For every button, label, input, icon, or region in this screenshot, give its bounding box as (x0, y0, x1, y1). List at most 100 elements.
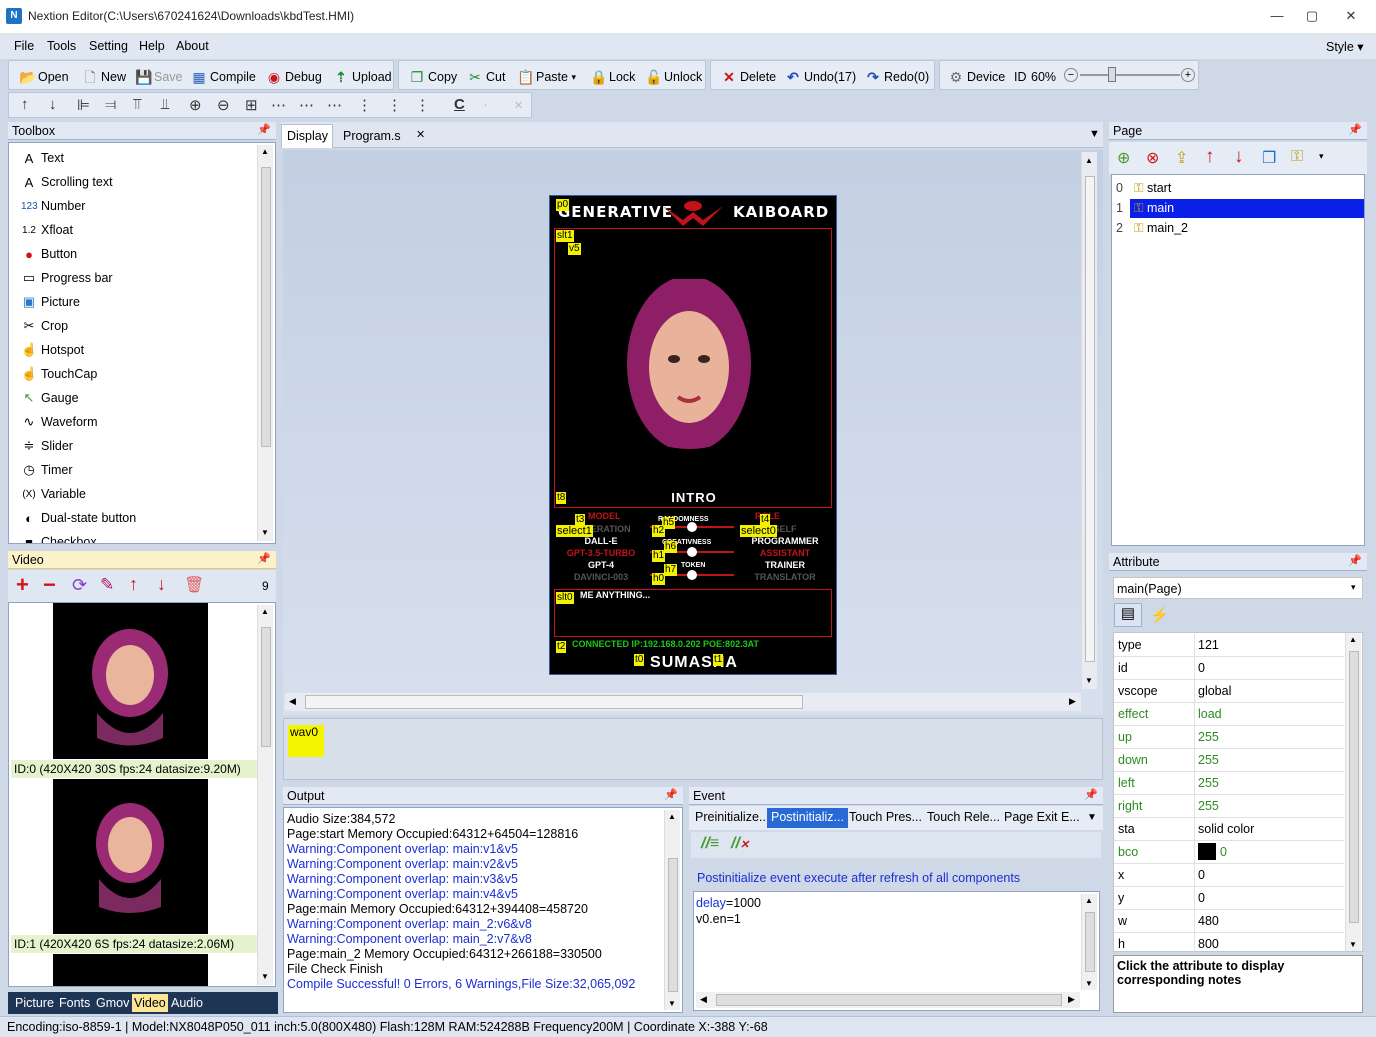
randomness-slider-thumb[interactable] (687, 522, 697, 532)
model-option[interactable]: GPT-4 (556, 559, 646, 571)
tab-touch-press[interactable]: Touch Pres... (845, 808, 926, 828)
page-item[interactable]: 0 ⚿ start (1114, 179, 1362, 198)
save-button[interactable]: 💾 Save (135, 68, 183, 86)
component-tag[interactable]: p0 (556, 199, 570, 211)
attribute-row[interactable]: id 0 (1114, 657, 1344, 680)
new-button[interactable]: 🗋 New (82, 68, 126, 86)
toolbox-item[interactable]: ∿ Waveform (21, 410, 98, 434)
delete-button[interactable]: ✕ Delete (721, 68, 776, 86)
remove-video-icon[interactable]: − (43, 573, 56, 597)
role-option[interactable]: TRAINER (738, 559, 832, 571)
categorized-icon[interactable]: ▤ (1114, 603, 1142, 627)
space-vertical-equal-icon[interactable]: ⋮ (387, 96, 402, 114)
page-menu-icon[interactable]: ▾ (1319, 151, 1324, 162)
zoom-slider[interactable] (1080, 74, 1180, 76)
tab-audio[interactable]: Audio (171, 996, 203, 1010)
style-menu[interactable]: Style ▾ (1326, 39, 1364, 54)
attribute-scrollbar[interactable]: ▲ ▼ (1345, 633, 1361, 951)
scroll-down-icon[interactable]: ▼ (668, 999, 676, 1008)
edit-video-icon[interactable]: ✎ (100, 575, 114, 595)
toolbox-item[interactable]: ◐ Dual-state button (21, 506, 136, 530)
tab-program[interactable]: Program.s (343, 129, 401, 143)
tab-list-icon[interactable]: ▼ (1087, 812, 1097, 823)
space-horizontal-equal-icon[interactable]: ⋯ (299, 96, 314, 114)
center-horizontal-icon[interactable]: ⊕ (189, 96, 202, 114)
menu-tools[interactable]: Tools (47, 39, 76, 53)
scroll-up-icon[interactable]: ▲ (1085, 896, 1093, 905)
video-item-label[interactable]: ID:1 (420X420 6S fps:24 datasize:2.06M) (11, 935, 259, 953)
canvas-hscroll-thumb[interactable] (305, 695, 803, 709)
toolbox-item[interactable]: A Scrolling text (21, 170, 113, 194)
space-horizontal-icon[interactable]: ⋯ (271, 96, 286, 114)
video-thumbnail[interactable] (53, 779, 208, 934)
pin-icon[interactable]: 📌 (257, 552, 271, 565)
page-item-box[interactable]: ⚿ main_2 (1130, 219, 1192, 238)
component-tag[interactable]: h2 (652, 525, 666, 537)
component-tag[interactable]: t1 (713, 654, 724, 666)
page-item[interactable]: 1 ⚿ main (1114, 199, 1364, 218)
component-tag[interactable]: t0 (634, 654, 645, 666)
close-icon[interactable]: ✕ (1336, 6, 1366, 26)
scroll-up-icon[interactable]: ▲ (261, 607, 269, 616)
canvas-hscrollbar[interactable]: ◀ ▶ (285, 693, 1081, 711)
replace-video-icon[interactable]: ⟳ (72, 575, 87, 596)
event-view-icon[interactable]: ⚡ (1150, 606, 1169, 624)
undo-button[interactable]: ↶ Undo(17) (785, 68, 856, 86)
component-tag[interactable]: t8 (556, 492, 567, 504)
toolbox-scroll-thumb[interactable] (261, 167, 271, 447)
toolbox-item[interactable]: ☝ TouchCap (21, 362, 97, 386)
attribute-value[interactable]: 255 (1198, 799, 1219, 813)
event-code-editor[interactable]: delay=1000 v0.en=1 ▲ ▼ ◀ ▶ (693, 891, 1100, 1011)
compile-button[interactable]: ▦ Compile (191, 68, 255, 86)
unlock-button[interactable]: 🔓 Unlock (645, 68, 702, 86)
component-tag[interactable]: h1 (652, 550, 666, 562)
toolbox-item[interactable]: ◷ Timer (21, 458, 72, 482)
zoom-in-icon[interactable]: + (1181, 68, 1195, 82)
video-scroll-thumb[interactable] (261, 627, 271, 747)
tab-page-exit[interactable]: Page Exit E... (1000, 808, 1084, 828)
output-scroll-thumb[interactable] (668, 858, 678, 992)
attribute-value[interactable]: 0 (1198, 661, 1205, 675)
attribute-row[interactable]: sta solid color (1114, 818, 1344, 841)
space-horizontal-decrease-icon[interactable]: ⋯ (327, 96, 342, 114)
component-tag[interactable]: v5 (568, 243, 581, 255)
attribute-value[interactable]: global (1198, 684, 1231, 698)
waveform-component[interactable]: wav0 (288, 725, 324, 757)
toolbox-item[interactable]: 123 Number (21, 194, 85, 218)
attribute-value[interactable]: 0 (1220, 845, 1227, 859)
scroll-down-icon[interactable]: ▼ (1085, 979, 1093, 988)
toolbox-item[interactable]: 1.2 Xfloat (21, 218, 73, 242)
attribute-value[interactable]: 0 (1198, 868, 1205, 882)
scroll-down-icon[interactable]: ▼ (261, 528, 269, 537)
toolbox-item[interactable]: ● Button (21, 242, 77, 266)
code-vscroll-thumb[interactable] (1085, 912, 1095, 972)
lock-button[interactable]: 🔒 Lock (590, 68, 635, 86)
toolbox-item[interactable]: ✂ Crop (21, 314, 69, 338)
component-tag[interactable]: h0 (652, 573, 666, 585)
align-bottom-icon[interactable]: ⫫ (161, 96, 169, 113)
same-size-icon[interactable]: ⊞ (245, 96, 258, 114)
attribute-row[interactable]: right 255 (1114, 795, 1344, 818)
move-page-down-icon[interactable]: ↓ (1234, 146, 1244, 168)
component-tag[interactable]: slt1 (556, 230, 574, 242)
attribute-row[interactable]: up 255 (1114, 726, 1344, 749)
toolbox-item[interactable]: ≑ Slider (21, 434, 73, 458)
tab-preinitialize[interactable]: Preinitialize... (691, 808, 773, 828)
pin-icon[interactable]: 📌 (1084, 788, 1098, 801)
attribute-row[interactable]: down 255 (1114, 749, 1344, 772)
video-item-label[interactable]: ID:0 (420X420 30S fps:24 datasize:9.20M) (11, 760, 259, 778)
add-video-icon[interactable]: + (16, 573, 29, 597)
menu-help[interactable]: Help (139, 39, 165, 53)
menu-about[interactable]: About (176, 39, 209, 53)
component-tag[interactable]: select0 (740, 525, 777, 537)
toolbox-item[interactable]: ↖ Gauge (21, 386, 79, 410)
attribute-value[interactable]: 255 (1198, 730, 1219, 744)
debug-button[interactable]: ◉ Debug (266, 68, 322, 86)
tab-video[interactable]: Video (132, 994, 168, 1012)
tab-display[interactable]: Display (281, 124, 333, 148)
attribute-scroll-thumb[interactable] (1349, 651, 1359, 923)
delete-all-icon[interactable]: 🗑 (184, 575, 204, 595)
output-scrollbar[interactable]: ▲ ▼ (664, 810, 680, 1010)
space-vertical-decrease-icon[interactable]: ⋮ (415, 96, 430, 114)
menu-setting[interactable]: Setting (89, 39, 128, 53)
